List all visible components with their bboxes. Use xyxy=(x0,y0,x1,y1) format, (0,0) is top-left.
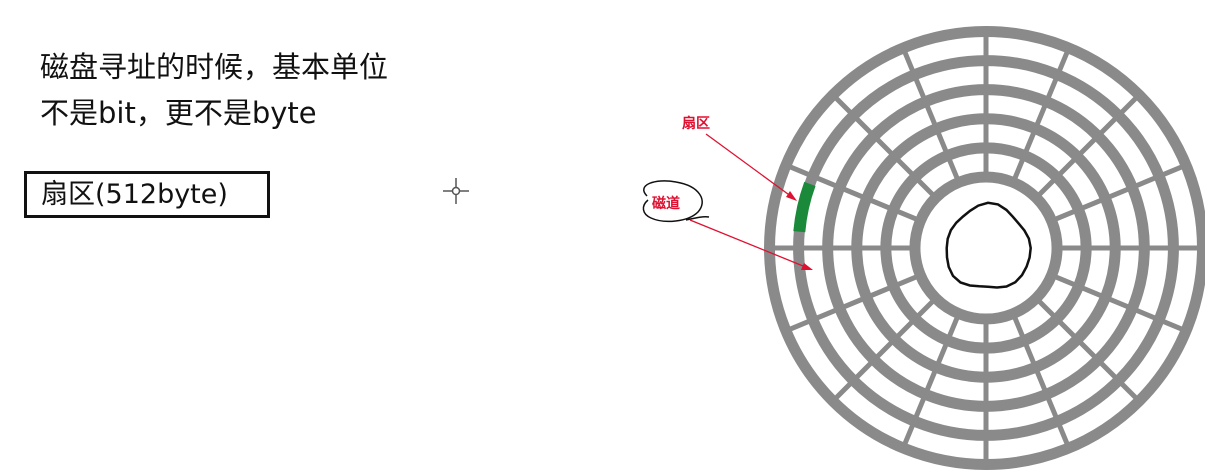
highlighted-sector xyxy=(793,181,816,233)
disk-diagram: 扇区 磁道 xyxy=(642,26,1205,470)
sector-arrowhead xyxy=(786,191,797,201)
sector-callout-label: 扇区 xyxy=(682,115,710,132)
sector-spoke xyxy=(830,92,940,202)
sector-spoke xyxy=(1032,294,1142,404)
track-callout-label: 磁道 xyxy=(652,195,680,212)
spindle-hole xyxy=(945,201,1032,289)
sector-spoke xyxy=(1032,92,1142,202)
sector-spoke xyxy=(830,294,940,404)
